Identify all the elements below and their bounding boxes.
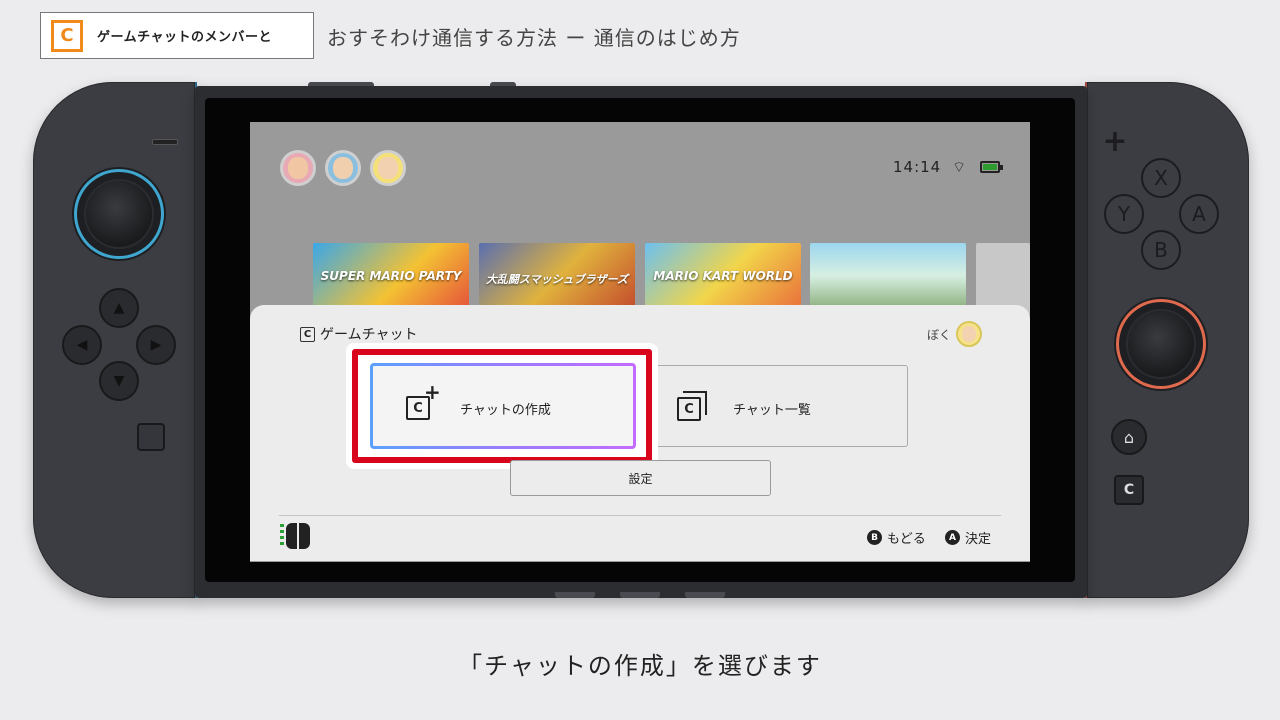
panel-title-text: ゲームチャット (320, 327, 418, 343)
triangle-down-icon: ▼ (113, 373, 125, 389)
triangle-up-icon: ▲ (113, 300, 125, 316)
dpad-right-button[interactable]: ▶ (136, 325, 176, 365)
chat-list-label: チャット一覧 (733, 403, 811, 418)
right-analog-stick[interactable] (1119, 302, 1203, 386)
header-badge: C ゲームチャットのメンバーと (40, 12, 314, 59)
c-button[interactable]: C (1114, 475, 1144, 505)
b-button[interactable]: B (1141, 230, 1181, 270)
dpad-down-button[interactable]: ▼ (99, 361, 139, 401)
confirm-hint-label: 決定 (965, 532, 992, 547)
settings-button[interactable]: 設定 (510, 460, 771, 496)
controller-icon (280, 523, 310, 549)
a-button[interactable]: A (1179, 194, 1219, 234)
current-user-label: ぼく (927, 328, 952, 342)
panel-title: C ゲームチャット (300, 324, 417, 344)
user-avatar-3[interactable] (370, 150, 406, 186)
minus-button[interactable] (152, 139, 178, 145)
console-vent (685, 592, 725, 598)
home-icon: ⌂ (1123, 427, 1135, 447)
triangle-left-icon: ◀ (76, 337, 88, 353)
confirm-hint[interactable]: A 決定 (945, 528, 991, 547)
game-chat-c-icon: C (51, 19, 83, 52)
back-hint-label: もどる (887, 532, 926, 547)
chat-list-button[interactable]: C チャット一覧 (650, 365, 908, 447)
game-chat-c-icon: C (300, 326, 315, 342)
user-avatar-1[interactable] (280, 150, 316, 186)
current-user-avatar (956, 321, 982, 347)
dpad-up-button[interactable]: ▲ (99, 288, 139, 328)
header-badge-text: ゲームチャットのメンバーと (97, 30, 272, 45)
user-avatar-2[interactable] (325, 150, 361, 186)
panel-divider (279, 515, 1001, 516)
x-button[interactable]: X (1141, 158, 1181, 198)
battery-charging-icon (980, 161, 1003, 173)
page-title: おすそわけ通信する方法 ー 通信のはじめ方 (327, 26, 741, 50)
clock-time: 14:14 (893, 158, 942, 176)
a-button-icon: A (945, 530, 960, 545)
wifi-icon: ⌔ (952, 158, 967, 176)
plus-button[interactable]: + (1100, 127, 1130, 158)
console-vent (555, 592, 595, 598)
y-button[interactable]: Y (1104, 194, 1144, 234)
triangle-right-icon: ▶ (150, 337, 162, 353)
b-button-icon: B (867, 530, 882, 545)
instruction-caption: 「チャットの作成」を選びます (458, 652, 822, 680)
selection-highlight (352, 349, 652, 463)
home-button[interactable]: ⌂ (1111, 419, 1147, 455)
chat-list-icon-stack (683, 391, 707, 415)
capture-button[interactable] (137, 423, 165, 451)
dpad-left-button[interactable]: ◀ (62, 325, 102, 365)
back-hint[interactable]: B もどる (867, 528, 926, 547)
console-vent (620, 592, 660, 598)
left-analog-stick[interactable] (77, 172, 161, 256)
